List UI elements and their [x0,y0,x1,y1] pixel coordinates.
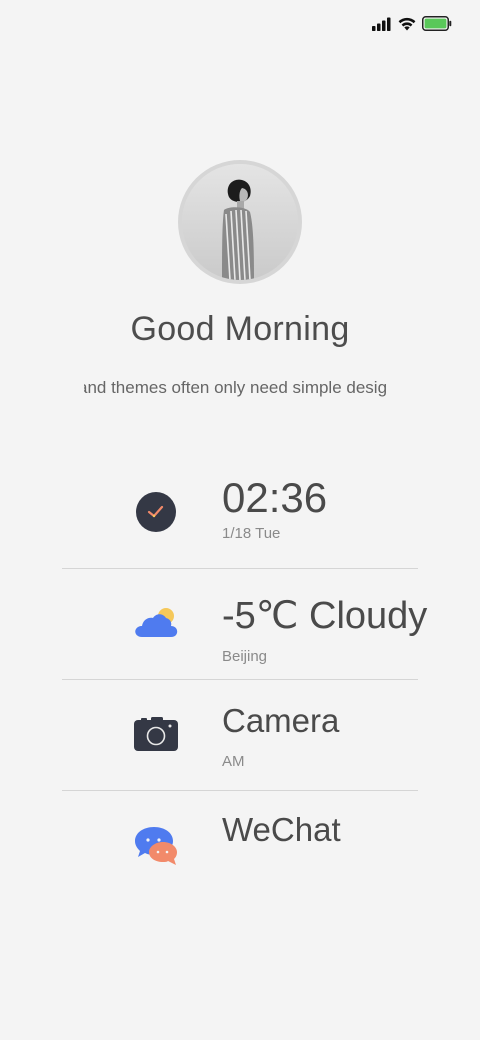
weather-condition: -5℃ Cloudy [222,595,428,637]
cellular-signal-icon [372,17,392,31]
camera-icon [132,710,180,758]
status-bar [372,16,452,31]
cloudy-weather-icon [132,599,180,647]
avatar[interactable] [178,160,302,284]
clock-date: 1/18 Tue [222,525,281,542]
camera-sub: AM [222,753,245,770]
list-item-camera[interactable]: Camera AM [62,680,418,791]
wechat-label: WeChat [222,811,341,848]
weather-city: Beijing [222,648,268,665]
list-item-weather[interactable]: -5℃ Cloudy Beijing [62,569,427,680]
camera-label: Camera [222,702,340,739]
battery-icon [422,16,452,31]
wifi-icon [398,17,416,31]
list-item-clock[interactable]: 02:36 1/18 Tue [62,458,418,569]
greeting-text: Good Morning [130,310,350,348]
profile-photo [182,164,298,280]
list-item-wechat[interactable]: WeChat [62,791,418,901]
tagline-text: and themes often only need simple desig [84,378,388,397]
clock-time: 02:36 [222,474,328,521]
clock-icon [132,488,180,536]
wechat-icon [132,821,180,869]
tagline-marquee: and themes often only need simple desig [84,378,398,402]
widget-list: 02:36 1/18 Tue -5℃ Cloudy Beijing Camera… [62,458,427,901]
home-screen: Good Morning and themes often only need … [0,0,480,1040]
